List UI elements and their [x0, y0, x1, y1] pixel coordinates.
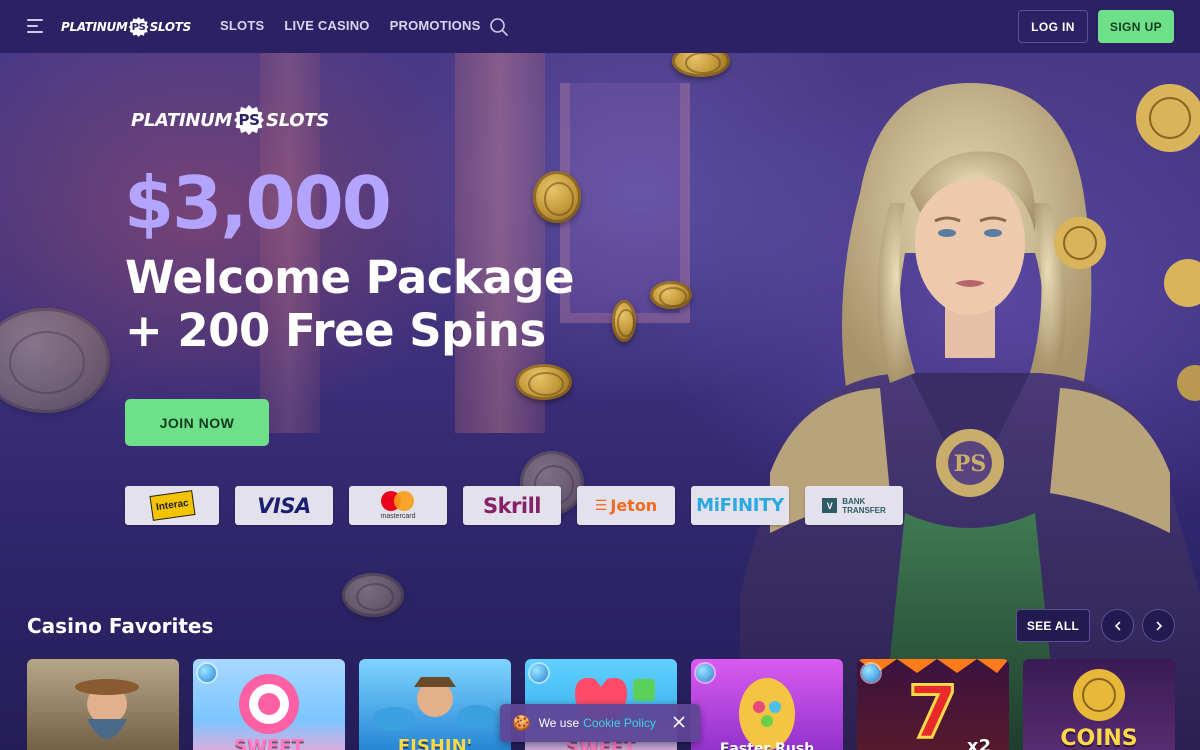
svg-text:PS: PS — [954, 451, 986, 477]
hero-banner: PS PLATINUM PS SLOTS $3,000 Welcome Pack… — [0, 53, 1200, 750]
logo-text-right: SLOTS — [266, 109, 329, 131]
payment-skrill: Skrill — [463, 486, 561, 525]
game-title: SWEET — [234, 736, 304, 750]
logo-text-right: SLOTS — [149, 20, 192, 34]
mastercard-circles-icon — [381, 491, 415, 511]
payment-mastercard: mastercard — [349, 486, 447, 525]
see-all-button[interactable]: SEE ALL — [1016, 609, 1090, 642]
chevron-left-icon[interactable] — [1101, 609, 1134, 642]
coin-decoration — [650, 281, 692, 309]
bank-icon: V — [822, 498, 838, 513]
gem-icon — [696, 664, 714, 682]
nav-promotions[interactable]: PROMOTIONS — [390, 18, 481, 33]
cookie-icon: 🍪 — [512, 715, 531, 732]
payment-interac: Interac — [125, 486, 219, 525]
cookie-notice: 🍪 We use Cookie Policy — [500, 704, 700, 742]
interac-logo: Interac — [149, 490, 195, 521]
top-navbar: PLATINUM PS SLOTS SLOTS LIVE CASINO PROM… — [0, 0, 1200, 53]
payment-jeton: ☰ Jeton — [577, 486, 675, 525]
game-title: Easter Rush — [719, 741, 815, 750]
logo-emblem: PS — [128, 17, 149, 37]
search-icon[interactable] — [489, 17, 509, 37]
headline-line-2: + 200 Free Spins — [125, 304, 546, 357]
cookie-policy-link[interactable]: Cookie Policy — [583, 716, 656, 730]
game-title: COINS — [1060, 726, 1138, 750]
coin-decoration — [516, 364, 572, 400]
payment-mifinity: MiFINITY — [691, 486, 789, 525]
coin-decoration — [533, 171, 581, 223]
headline-line-1: Welcome Package — [125, 251, 574, 304]
hero-character-image: PS — [740, 83, 1200, 750]
game-tile[interactable]: Easter Rush — [691, 659, 843, 750]
menu-icon[interactable] — [27, 19, 45, 33]
logo-emblem: PS — [234, 105, 265, 135]
jeton-mark-icon: ☰ — [594, 497, 608, 514]
game-tile[interactable]: COINS — [1023, 659, 1175, 750]
close-icon[interactable] — [672, 715, 686, 729]
game-tile[interactable]: FISHIN' — [359, 659, 511, 750]
jeton-label: Jeton — [610, 496, 658, 515]
game-tile[interactable] — [27, 659, 179, 750]
login-button[interactable]: LOG IN — [1018, 10, 1088, 43]
payment-visa: VISA — [235, 486, 333, 525]
join-now-button[interactable]: JOIN NOW — [125, 399, 269, 446]
gem-icon — [198, 664, 216, 682]
logo-text-left: PLATINUM — [131, 109, 233, 131]
hero-headline: Welcome Package + 200 Free Spins — [125, 251, 574, 357]
chevron-right-icon[interactable] — [1142, 609, 1175, 642]
payment-bank-transfer: V BANK TRANSFER — [805, 486, 903, 525]
gem-icon — [530, 664, 548, 682]
coin-decoration — [0, 308, 110, 413]
payment-methods: Interac VISA mastercard Skrill ☰ Jeton M… — [125, 486, 903, 525]
nav-live-casino[interactable]: LIVE CASINO — [284, 18, 369, 33]
main-nav: SLOTS LIVE CASINO PROMOTIONS — [220, 18, 480, 33]
section-title-casino-favorites: Casino Favorites — [27, 614, 214, 638]
bonus-amount: $3,000 — [124, 161, 392, 245]
coin-decoration — [342, 573, 404, 617]
game-title: FISHIN' — [397, 736, 473, 750]
game-title: x2 — [966, 736, 991, 750]
header-logo[interactable]: PLATINUM PS SLOTS — [61, 17, 191, 37]
signup-button[interactable]: SIGN UP — [1098, 10, 1174, 43]
game-artwork — [75, 679, 139, 739]
game-tile[interactable]: 7 x2 — [857, 659, 1009, 750]
logo-text-left: PLATINUM — [61, 20, 128, 34]
coin-decoration — [612, 300, 636, 342]
gem-icon — [862, 664, 880, 682]
hero-logo: PLATINUM PS SLOTS — [131, 105, 329, 135]
coin-decoration — [672, 53, 730, 77]
nav-slots[interactable]: SLOTS — [220, 18, 264, 33]
game-tile[interactable]: SWEET — [193, 659, 345, 750]
mastercard-label: mastercard — [380, 513, 416, 520]
cookie-text: We use — [538, 716, 580, 730]
bank-label-line-1: BANK — [842, 496, 866, 506]
bank-label-line-2: TRANSFER — [842, 505, 886, 515]
